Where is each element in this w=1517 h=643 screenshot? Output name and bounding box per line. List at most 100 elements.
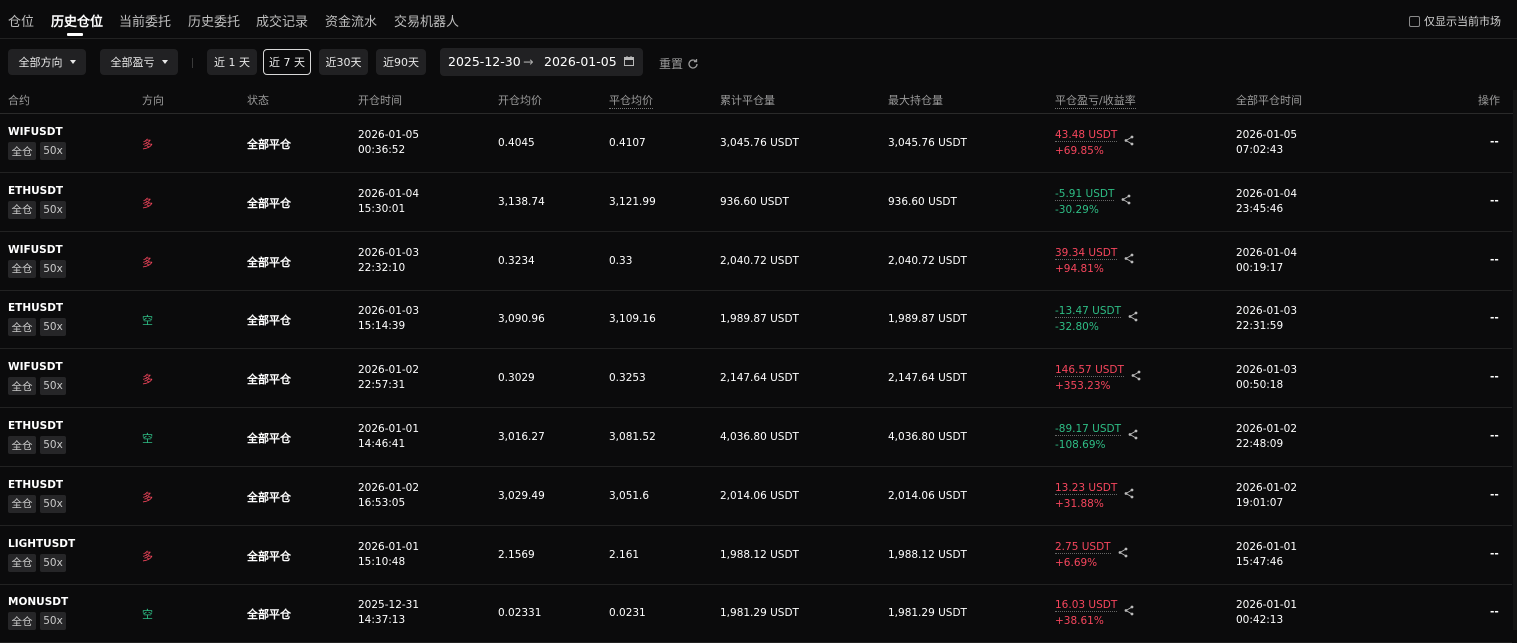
- margin-mode-tag: 全仓: [8, 142, 36, 160]
- open-price: 0.3029: [498, 372, 535, 385]
- direction-dropdown-label: 全部方向: [18, 56, 63, 69]
- scrollbar[interactable]: [1513, 90, 1517, 630]
- open-clock: 15:10:48: [358, 555, 406, 568]
- share-icon[interactable]: [1124, 605, 1134, 616]
- closed-volume: 2,040.72 USDT: [720, 254, 799, 267]
- contract-symbol[interactable]: MONUSDT: [8, 596, 68, 608]
- close-date: 2026-01-05: [1236, 129, 1298, 141]
- range-1d-button[interactable]: 近 1 天: [207, 49, 257, 75]
- share-icon[interactable]: [1118, 547, 1128, 558]
- col-actions: 操作: [1478, 94, 1500, 107]
- tab-order-history[interactable]: 历史委托: [188, 11, 240, 30]
- actions-value[interactable]: --: [1490, 254, 1499, 266]
- range-30d-button[interactable]: 近30天: [319, 49, 368, 75]
- actions-value[interactable]: --: [1490, 489, 1499, 501]
- close-price: 0.0231: [609, 607, 646, 620]
- tab-open-orders[interactable]: 当前委托: [119, 11, 171, 30]
- open-price: 0.3234: [498, 254, 535, 267]
- actions-value[interactable]: --: [1490, 548, 1499, 560]
- range-90d-button[interactable]: 近90天: [376, 49, 426, 75]
- actions-value[interactable]: --: [1490, 371, 1499, 383]
- range-7d-button[interactable]: 近 7 天: [263, 49, 311, 75]
- col-closed-volume: 累计平仓量: [720, 94, 775, 107]
- share-icon[interactable]: [1128, 429, 1138, 440]
- checkbox-icon[interactable]: [1409, 15, 1420, 27]
- share-icon[interactable]: [1124, 253, 1134, 264]
- contract-symbol[interactable]: LIGHTUSDT: [8, 538, 75, 550]
- pnl-cell: 39.34 USDT +94.81%: [1055, 245, 1118, 277]
- leverage-tag: 50x: [40, 259, 66, 278]
- tab-position-history[interactable]: 历史仓位: [51, 11, 103, 30]
- open-time: 2026-01-03 15:14:39: [358, 304, 419, 334]
- open-date: 2026-01-03: [358, 305, 420, 318]
- closed-volume: 3,045.76 USDT: [720, 137, 799, 149]
- only-current-market-toggle[interactable]: 仅显示当前市场: [1409, 13, 1501, 29]
- leverage-tag: 50x: [40, 377, 66, 396]
- open-clock: 00:36:52: [358, 144, 406, 156]
- divider: [192, 58, 193, 68]
- pnl-dropdown[interactable]: 全部盈亏: [100, 49, 178, 75]
- margin-mode-tag: 全仓: [8, 318, 36, 337]
- actions-value[interactable]: --: [1490, 195, 1499, 207]
- date-start[interactable]: 2025-12-30: [448, 54, 521, 69]
- pnl-amount: 13.23 USDT: [1055, 481, 1118, 495]
- pnl-amount: 146.57 USDT: [1055, 364, 1124, 378]
- margin-mode-tag: 全仓: [8, 612, 36, 631]
- close-date: 2026-01-01: [1236, 599, 1298, 612]
- close-time: 2026-01-02 22:48:09: [1236, 422, 1297, 452]
- actions-value[interactable]: --: [1490, 606, 1499, 618]
- filter-bar: 全部方向 全部盈亏 近 1 天 近 7 天 近30天 近90天 2025-12-…: [0, 48, 1517, 76]
- max-position: 1,988.12 USDT: [888, 548, 967, 561]
- open-price: 0.02331: [498, 607, 542, 620]
- share-icon[interactable]: [1131, 370, 1141, 381]
- date-end[interactable]: 2026-01-05: [544, 54, 617, 69]
- open-price: 3,090.96: [498, 313, 545, 326]
- contract-symbol[interactable]: WIFUSDT: [8, 361, 63, 373]
- close-date: 2026-01-03: [1236, 364, 1298, 377]
- close-clock: 23:45:46: [1236, 202, 1284, 215]
- close-time: 2026-01-04 23:45:46: [1236, 187, 1297, 217]
- pnl-amount: 39.34 USDT: [1055, 246, 1118, 260]
- open-clock: 15:14:39: [358, 320, 406, 333]
- contract-symbol[interactable]: WIFUSDT: [8, 126, 63, 138]
- direction-value: 多: [142, 549, 153, 563]
- actions-value[interactable]: --: [1490, 312, 1499, 324]
- tab-trade-history[interactable]: 成交记录: [256, 11, 308, 30]
- share-icon[interactable]: [1121, 194, 1131, 205]
- max-position: 2,014.06 USDT: [888, 489, 967, 502]
- leverage-tag: 50x: [40, 494, 66, 513]
- col-status: 状态: [247, 94, 269, 107]
- contract-symbol[interactable]: ETHUSDT: [8, 479, 63, 491]
- tab-trading-bots[interactable]: 交易机器人: [394, 11, 459, 30]
- actions-value[interactable]: --: [1490, 136, 1499, 148]
- actions-value[interactable]: --: [1490, 430, 1499, 442]
- leverage-tag: 50x: [40, 553, 66, 572]
- tab-funding-flow[interactable]: 资金流水: [325, 11, 377, 30]
- max-position: 2,147.64 USDT: [888, 372, 967, 385]
- direction-dropdown[interactable]: 全部方向: [8, 49, 86, 75]
- open-time: 2026-01-01 15:10:48: [358, 540, 419, 570]
- share-icon[interactable]: [1124, 135, 1134, 146]
- reset-button[interactable]: 重置: [659, 55, 699, 72]
- close-date: 2026-01-02: [1236, 423, 1298, 435]
- close-clock: 00:19:17: [1236, 261, 1284, 274]
- tab-positions[interactable]: 仓位: [8, 11, 34, 30]
- closed-volume: 936.60 USDT: [720, 195, 789, 208]
- pnl-cell: 146.57 USDT +353.23%: [1055, 362, 1124, 394]
- caret-down-icon: [69, 60, 76, 64]
- close-time: 2026-01-03 22:31:59: [1236, 304, 1297, 334]
- contract-symbol[interactable]: ETHUSDT: [8, 420, 63, 432]
- direction-value: 空: [142, 314, 153, 328]
- contract-symbol[interactable]: ETHUSDT: [8, 302, 63, 314]
- direction-value: 多: [142, 196, 153, 210]
- reset-label: 重置: [659, 57, 684, 71]
- open-clock: 15:30:01: [358, 202, 406, 215]
- calendar-icon[interactable]: [624, 56, 634, 66]
- contract-symbol[interactable]: ETHUSDT: [8, 185, 63, 197]
- closed-volume: 1,981.29 USDT: [720, 607, 799, 620]
- share-icon[interactable]: [1128, 311, 1138, 322]
- contract-symbol[interactable]: WIFUSDT: [8, 244, 63, 256]
- share-icon[interactable]: [1124, 488, 1134, 499]
- date-range-picker[interactable]: 2025-12-30 → 2026-01-05: [440, 48, 643, 76]
- open-date: 2026-01-02: [358, 364, 420, 377]
